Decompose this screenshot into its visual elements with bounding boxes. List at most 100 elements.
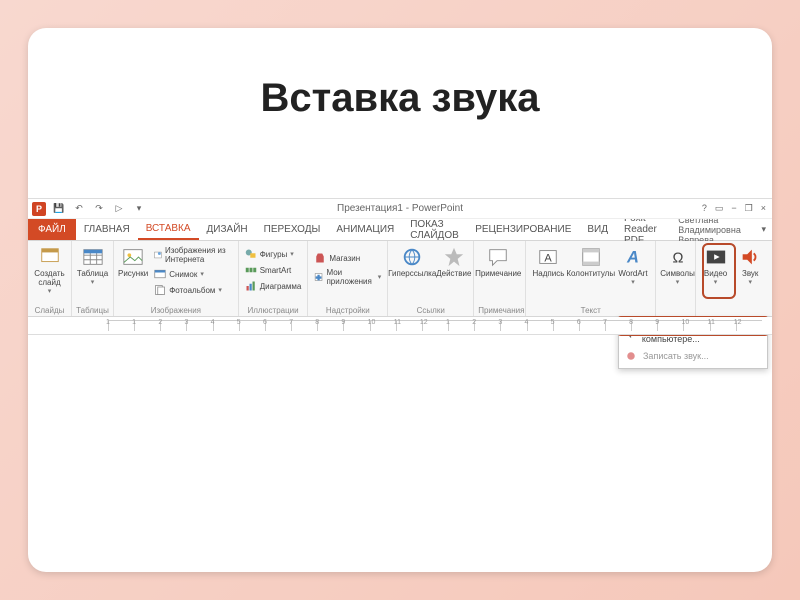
- group-comments-label: Примечания: [478, 306, 521, 316]
- group-tables: Таблица Таблицы: [72, 241, 114, 316]
- pictures-icon: [122, 246, 144, 268]
- ruler-tick: 3: [500, 321, 526, 331]
- group-addins: Магазин Мои приложения Надстройки: [308, 241, 388, 316]
- shapes-label: Фигуры: [260, 250, 288, 259]
- ruler-tick: 9: [657, 321, 683, 331]
- hyperlink-button[interactable]: Гиперссылка: [392, 243, 432, 279]
- qat-customize-icon[interactable]: ▾: [132, 202, 146, 216]
- group-slides: Создать слайд Слайды: [28, 241, 72, 316]
- group-text: A Надпись Колонтитулы A WordArt Текст: [526, 241, 656, 316]
- audio-icon: [739, 246, 761, 268]
- ruler-tick: 5: [239, 321, 265, 331]
- chart-label: Диаграмма: [260, 282, 302, 291]
- ribbon: Создать слайд Слайды Таблица Таблицы: [28, 241, 772, 317]
- screenshot-icon: [154, 268, 166, 280]
- tab-view[interactable]: ВИД: [579, 219, 616, 240]
- shapes-button[interactable]: Фигуры: [243, 247, 304, 261]
- account-dropdown-icon[interactable]: ▾: [761, 224, 766, 235]
- tab-review[interactable]: РЕЦЕНЗИРОВАНИЕ: [467, 219, 579, 240]
- ruler-tick: 3: [186, 321, 212, 331]
- ruler-tick: 10: [370, 321, 396, 331]
- new-slide-label: Создать слайд: [32, 270, 67, 288]
- ruler-tick: 7: [291, 321, 317, 331]
- group-illustrations-label: Иллюстрации: [243, 306, 304, 316]
- table-button[interactable]: Таблица: [76, 243, 109, 286]
- powerpoint-window: P 💾 ↶ ↷ ▷ ▾ Презентация1 - PowerPoint ? …: [28, 198, 772, 335]
- tab-animations[interactable]: АНИМАЦИЯ: [328, 219, 402, 240]
- action-label: Действие: [436, 270, 471, 279]
- undo-button[interactable]: ↶: [72, 202, 86, 216]
- smartart-button[interactable]: SmartArt: [243, 263, 304, 277]
- ruler-tick: 8: [317, 321, 343, 331]
- slide-heading: Вставка звука: [28, 76, 772, 121]
- tab-design[interactable]: ДИЗАЙН: [199, 219, 256, 240]
- ribbon-display-options-icon[interactable]: ▭: [715, 203, 724, 214]
- my-addins-button[interactable]: Мои приложения: [312, 267, 383, 287]
- my-addins-label: Мои приложения: [326, 268, 374, 286]
- action-icon: [443, 246, 465, 268]
- tab-insert[interactable]: ВСТАВКА: [138, 219, 199, 240]
- comment-button[interactable]: Примечание: [478, 243, 518, 279]
- close-button[interactable]: ×: [761, 203, 766, 214]
- slide-card: Вставка звука P 💾 ↶ ↷ ▷ ▾ Презентация1 -…: [28, 28, 772, 572]
- tab-foxit[interactable]: Foxit Reader PDF: [616, 219, 678, 240]
- pictures-label: Рисунки: [118, 270, 148, 279]
- powerpoint-icon: P: [32, 202, 46, 216]
- chart-button[interactable]: Диаграмма: [243, 279, 304, 293]
- ruler-tick: 7: [605, 321, 631, 331]
- table-icon: [82, 246, 104, 268]
- ruler-tick: 6: [579, 321, 605, 331]
- svg-text:A: A: [626, 249, 639, 267]
- redo-button[interactable]: ↷: [92, 202, 106, 216]
- audio-button[interactable]: Звук: [735, 243, 766, 286]
- ruler-tick: 1: [108, 321, 134, 331]
- slideshow-button[interactable]: ▷: [112, 202, 126, 216]
- symbols-button[interactable]: Ω Символы: [660, 243, 695, 286]
- save-button[interactable]: 💾: [52, 202, 66, 216]
- header-footer-icon: [580, 246, 602, 268]
- restore-button[interactable]: ❐: [745, 203, 753, 214]
- help-icon[interactable]: ?: [702, 203, 707, 214]
- textbox-label: Надпись: [533, 270, 565, 279]
- group-links-label: Ссылки: [392, 306, 469, 316]
- tab-home[interactable]: ГЛАВНАЯ: [76, 219, 138, 240]
- online-pictures-button[interactable]: Изображения из Интернета: [152, 245, 234, 265]
- wordart-button[interactable]: A WordArt: [615, 243, 652, 286]
- comment-label: Примечание: [475, 270, 521, 279]
- group-text-label: Текст: [530, 306, 651, 316]
- window-controls: ? ▭ − ❐ ×: [702, 203, 772, 214]
- svg-text:Ω: Ω: [672, 251, 683, 267]
- store-button[interactable]: Магазин: [312, 251, 383, 265]
- action-button[interactable]: Действие: [436, 243, 471, 279]
- header-footer-button[interactable]: Колонтитулы: [571, 243, 611, 279]
- ruler-tick: 8: [631, 321, 657, 331]
- photo-album-button[interactable]: Фотоальбом: [152, 283, 234, 297]
- tab-file[interactable]: ФАЙЛ: [28, 219, 76, 240]
- shapes-icon: [245, 248, 257, 260]
- hyperlink-label: Гиперссылка: [388, 270, 436, 279]
- screen-recording-button[interactable]: Запись экрана: [770, 243, 772, 288]
- video-icon: [705, 246, 727, 268]
- smartart-label: SmartArt: [260, 266, 292, 275]
- smartart-icon: [245, 264, 257, 276]
- video-button[interactable]: Видео: [700, 243, 731, 286]
- account-user[interactable]: Светлана Владимировна Вепрева: [678, 215, 757, 245]
- tab-transitions[interactable]: ПЕРЕХОДЫ: [256, 219, 329, 240]
- textbox-icon: A: [537, 246, 559, 268]
- title-bar: P 💾 ↶ ↷ ▷ ▾ Презентация1 - PowerPoint ? …: [28, 199, 772, 219]
- ruler-tick: 4: [213, 321, 239, 331]
- new-slide-button[interactable]: Создать слайд: [32, 243, 67, 295]
- tab-slideshow[interactable]: ПОКАЗ СЛАЙДОВ: [402, 219, 467, 240]
- pictures-button[interactable]: Рисунки: [118, 243, 148, 279]
- store-label: Магазин: [329, 254, 360, 263]
- symbols-label: Символы: [660, 270, 695, 279]
- minimize-button[interactable]: −: [731, 203, 736, 214]
- ruler-tick: 12: [736, 321, 762, 331]
- textbox-button[interactable]: A Надпись: [530, 243, 567, 279]
- record-audio-item[interactable]: Записать звук...: [619, 347, 767, 365]
- ruler-tick: 9: [343, 321, 369, 331]
- group-tables-label: Таблицы: [76, 306, 109, 316]
- table-label: Таблица: [77, 270, 108, 279]
- group-slides-label: Слайды: [32, 306, 67, 316]
- screenshot-button[interactable]: Снимок: [152, 267, 234, 281]
